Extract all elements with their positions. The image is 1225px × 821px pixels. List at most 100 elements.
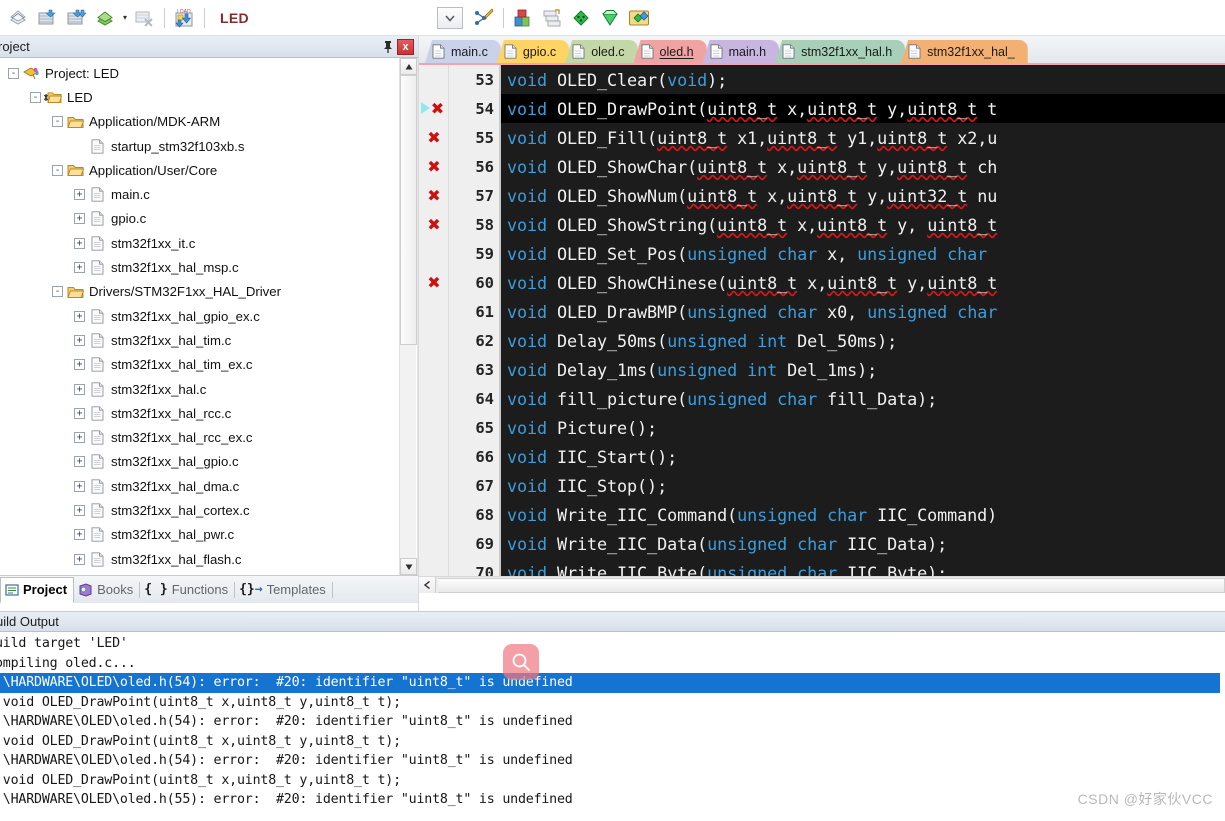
code-line[interactable]: 66 void IIC_Start();	[419, 442, 1225, 471]
tree-item[interactable]: + stm32f1xx_hal_rcc.c	[0, 401, 400, 425]
tab-functions[interactable]: { } Functions	[140, 577, 234, 603]
collapse-toggle-icon[interactable]: -	[52, 164, 63, 176]
code-line[interactable]: ✖ 55 void OLED_Fill(uint8_t x1, uint8_t y1,…	[419, 123, 1225, 152]
scroll-up-arrow-icon[interactable]	[400, 58, 417, 75]
expand-toggle-icon[interactable]: +	[74, 553, 85, 565]
tree-item[interactable]: + stm32f1xx_hal.c	[0, 377, 400, 401]
expand-toggle-icon[interactable]: +	[74, 262, 85, 274]
code-text[interactable]: void OLED_ShowNum(uint8_t x, uint8_t y, ui…	[501, 181, 1225, 210]
code-text[interactable]: void OLED_Set_Pos(unsigned char x, unsig…	[501, 239, 1225, 268]
expand-toggle-icon[interactable]: +	[74, 504, 85, 516]
tree-item[interactable]: + main.c	[0, 182, 400, 206]
tree-item[interactable]: - LED	[0, 85, 400, 109]
gutter-cell[interactable]	[419, 442, 449, 471]
build-output-line[interactable]: void OLED_DrawPoint(uint8_t x,uint8_t y,…	[0, 771, 1225, 791]
expand-toggle-icon[interactable]: +	[74, 237, 85, 249]
build-output-log[interactable]: uild target 'LED' ompiling oled.c... .\HAR…	[0, 632, 1225, 820]
auto-hide-pin-icon[interactable]	[379, 40, 397, 54]
editor-tab-main-h[interactable]: main.h	[702, 40, 780, 63]
target-selector-dropdown[interactable]	[436, 6, 463, 29]
tree-item[interactable]: + stm32f1xx_hal_tim_ex.c	[0, 353, 400, 377]
tree-item[interactable]: + stm32f1xx_hal_tim.c	[0, 328, 400, 352]
tree-item[interactable]: + stm32f1xx_hal_pwr.c	[0, 523, 400, 547]
editor-tab-stm32f1xx-hal-h[interactable]: stm32f1xx_hal.h	[775, 40, 906, 63]
expand-toggle-icon[interactable]: +	[74, 480, 85, 492]
code-line[interactable]: ✖ 57 void OLED_ShowNum(uint8_t x, uint8_t y…	[419, 181, 1225, 210]
tree-item[interactable]: + gpio.c	[0, 207, 400, 231]
error-marker-icon[interactable]: ✖	[419, 210, 449, 239]
code-line[interactable]: 62 void Delay_50ms(unsigned int Del_50ms)…	[419, 326, 1225, 355]
code-text[interactable]: void OLED_ShowCHinese(uint8_t x, uint8_t …	[501, 268, 1225, 297]
tree-item[interactable]: startup_stm32f103xb.s	[0, 134, 400, 158]
code-text[interactable]: void OLED_ShowString(uint8_t x, uint8_t y…	[501, 210, 1225, 239]
gutter-cell[interactable]	[419, 65, 449, 94]
scroll-left-arrow-icon[interactable]	[419, 577, 436, 593]
editor-tab-stm32f1xx-hal-[interactable]: stm32f1xx_hal_	[901, 40, 1028, 63]
download-icon[interactable]: LOAD	[170, 5, 198, 31]
build-output-line[interactable]: .\HARDWARE\OLED\oled.h(54): error: #20: …	[0, 673, 1220, 693]
build-output-line[interactable]: void OLED_DrawPoint(uint8_t x,uint8_t y,…	[0, 693, 1225, 713]
code-line[interactable]: 63 void Delay_1ms(unsigned int Del_1ms);	[419, 355, 1225, 384]
tree-item[interactable]: + stm32f1xx_hal_msp.c	[0, 255, 400, 279]
rebuild-icon[interactable]	[62, 5, 90, 31]
gutter-cell[interactable]	[419, 413, 449, 442]
tree-item[interactable]: + stm32f1xx_hal_gpio_ex.c	[0, 304, 400, 328]
build-icon[interactable]	[33, 5, 61, 31]
expand-toggle-icon[interactable]: +	[74, 407, 85, 419]
scroll-down-arrow-icon[interactable]	[400, 558, 417, 575]
editor-tab-gpio-c[interactable]: gpio.c	[496, 40, 570, 63]
expand-toggle-icon[interactable]: +	[74, 432, 85, 444]
manage-multi-project-icon[interactable]	[538, 5, 566, 31]
error-marker-icon[interactable]: ✖	[419, 181, 449, 210]
gutter-cell[interactable]	[419, 355, 449, 384]
code-line[interactable]: ✖ 58 void OLED_ShowString(uint8_t x, uint8_…	[419, 210, 1225, 239]
tree-item[interactable]: - Application/MDK-ARM	[0, 110, 400, 134]
editor-horizontal-scrollbar[interactable]	[419, 576, 1225, 593]
scroll-thumb[interactable]	[400, 75, 417, 345]
editor-tab-oled-c[interactable]: oled.c	[565, 40, 638, 63]
code-line[interactable]: 67 void IIC_Stop();	[419, 471, 1225, 500]
code-line[interactable]: 61 void OLED_DrawBMP(unsigned char x0, un…	[419, 297, 1225, 326]
expand-toggle-icon[interactable]: +	[74, 310, 85, 322]
pack-installer-icon[interactable]	[567, 5, 595, 31]
collapse-toggle-icon[interactable]: -	[8, 67, 19, 79]
batch-build-icon[interactable]	[91, 5, 119, 31]
close-panel-icon[interactable]: x	[397, 38, 414, 55]
code-line[interactable]: 53 void OLED_Clear(void);	[419, 65, 1225, 94]
code-text[interactable]: void Picture();	[501, 413, 1225, 442]
target-options-icon[interactable]	[469, 5, 497, 31]
build-output-line[interactable]: .\HARDWARE\OLED\oled.h(54): error: #20: …	[0, 751, 1225, 771]
gutter-cell[interactable]	[419, 239, 449, 268]
tab-books[interactable]: Books	[74, 577, 139, 603]
horizontal-scroll-thumb[interactable]	[438, 577, 1225, 593]
gutter-cell[interactable]	[419, 529, 449, 558]
expand-toggle-icon[interactable]: +	[74, 359, 85, 371]
batch-build-dropdown-icon[interactable]: ▾	[120, 6, 130, 30]
tree-item[interactable]: - Project: LED	[0, 61, 400, 85]
code-text[interactable]: void OLED_Clear(void);	[501, 65, 1225, 94]
tree-item[interactable]: - Drivers/STM32F1xx_HAL_Driver	[0, 280, 400, 304]
build-output-line[interactable]: void OLED_DrawPoint(uint8_t x,uint8_t y,…	[0, 732, 1225, 752]
expand-toggle-icon[interactable]: +	[74, 383, 85, 395]
code-text[interactable]: void OLED_DrawBMP(unsigned char x0, unsi…	[501, 297, 1225, 326]
code-line[interactable]: 65 void Picture();	[419, 413, 1225, 442]
gutter-cell[interactable]	[419, 297, 449, 326]
expand-toggle-icon[interactable]: +	[74, 213, 85, 225]
code-line[interactable]: 68 void Write_IIC_Command(unsigned char I…	[419, 500, 1225, 529]
build-output-line[interactable]: .\HARDWARE\OLED\oled.h(55): error: #20: …	[0, 790, 1225, 810]
tab-templates[interactable]: {} → Templates	[235, 577, 332, 603]
gutter-cell[interactable]	[419, 471, 449, 500]
tree-item[interactable]: + stm32f1xx_hal_gpio.c	[0, 450, 400, 474]
tree-item[interactable]: + stm32f1xx_hal_dma.c	[0, 474, 400, 498]
manage-runtime-env-icon[interactable]	[596, 5, 624, 31]
build-output-line[interactable]: .\HARDWARE\OLED\oled.h(54): error: #20: …	[0, 712, 1225, 732]
code-line[interactable]: ✖ 54 void OLED_DrawPoint(uint8_t x, uint8_t…	[419, 94, 1225, 123]
manage-project-items-icon[interactable]	[509, 5, 537, 31]
code-line[interactable]: 59 void OLED_Set_Pos(unsigned char x, uns…	[419, 239, 1225, 268]
build-output-line[interactable]: ompiling oled.c...	[0, 654, 1225, 674]
code-text[interactable]: void OLED_DrawPoint(uint8_t x, uint8_t y,…	[501, 94, 1225, 123]
expand-toggle-icon[interactable]: +	[74, 189, 85, 201]
code-line[interactable]: 64 void fill_picture(unsigned char fill_D…	[419, 384, 1225, 413]
tree-item[interactable]: + stm32f1xx_hal_flash.c	[0, 547, 400, 571]
error-and-current-line-marker-icon[interactable]: ✖	[419, 94, 449, 123]
